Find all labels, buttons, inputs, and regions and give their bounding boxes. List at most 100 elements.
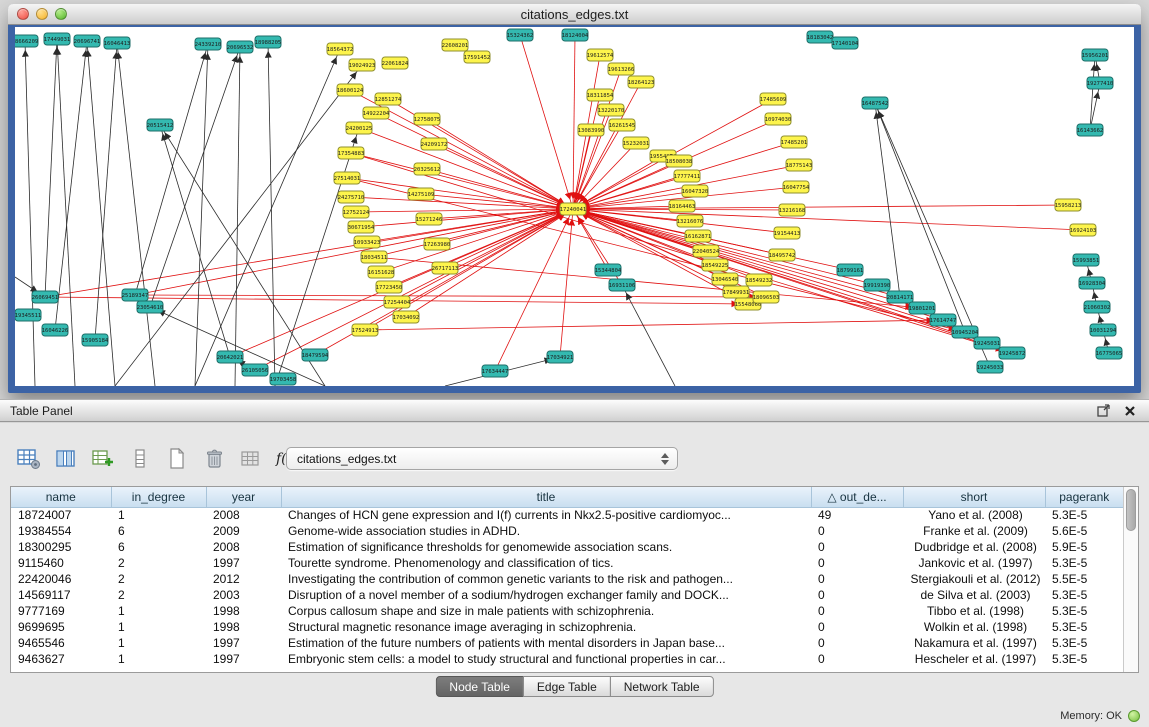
- graph-node[interactable]: 13216076: [677, 215, 704, 227]
- graph-node[interactable]: 18479594: [302, 349, 329, 361]
- graph-node[interactable]: 20696532: [227, 41, 254, 53]
- graph-node[interactable]: 18549225: [702, 259, 729, 271]
- graph-node[interactable]: 20325612: [414, 163, 441, 175]
- graph-edge[interactable]: [622, 285, 675, 386]
- delete-icon[interactable]: [201, 446, 227, 472]
- graph-edge[interactable]: [359, 128, 573, 209]
- cell-out_degree[interactable]: 0: [811, 555, 903, 571]
- float-panel-icon[interactable]: [1095, 403, 1113, 419]
- graph-node[interactable]: 18508038: [666, 155, 693, 167]
- graph-node[interactable]: 17524913: [352, 324, 379, 336]
- graph-node[interactable]: 18564372: [327, 43, 354, 55]
- cell-in_degree[interactable]: 2: [111, 555, 206, 571]
- graph-node[interactable]: 25189347: [122, 289, 149, 301]
- graph-node[interactable]: 24339210: [195, 38, 222, 50]
- cell-title[interactable]: Embryonic stem cells: a model to study s…: [281, 651, 811, 667]
- graph-node[interactable]: 10945204: [952, 326, 979, 338]
- graph-node[interactable]: 15993851: [1073, 254, 1100, 266]
- graph-node[interactable]: 20642021: [217, 351, 244, 363]
- graph-edge[interactable]: [235, 47, 240, 386]
- cell-year[interactable]: 1997: [206, 651, 281, 667]
- graph-node[interactable]: 17485201: [781, 136, 808, 148]
- graph-node[interactable]: 19612574: [587, 49, 614, 61]
- network-canvas[interactable]: 1724004118564372190249232206182418600124…: [15, 27, 1134, 386]
- cell-pagerank[interactable]: 5.6E-5: [1045, 523, 1123, 539]
- graph-edge[interactable]: [573, 209, 965, 332]
- graph-edge[interactable]: [573, 209, 1083, 230]
- graph-node[interactable]: 16928304: [1079, 277, 1106, 289]
- graph-node[interactable]: 19613266: [608, 63, 635, 75]
- cell-pagerank[interactable]: 5.5E-5: [1045, 571, 1123, 587]
- table-mode-icon[interactable]: [16, 446, 42, 472]
- graph-edge[interactable]: [376, 113, 573, 209]
- graph-node[interactable]: 26069451: [32, 291, 59, 303]
- graph-node[interactable]: 18034511: [361, 251, 388, 263]
- graph-node[interactable]: 26105056: [242, 364, 269, 376]
- graph-node[interactable]: 16931106: [609, 279, 636, 291]
- cell-out_degree[interactable]: 0: [811, 651, 903, 667]
- graph-node[interactable]: 17849931: [723, 286, 750, 298]
- graph-node[interactable]: 15324362: [507, 29, 534, 41]
- cell-short[interactable]: Yano et al. (2008): [903, 507, 1045, 523]
- graph-node[interactable]: 15956201: [1082, 49, 1109, 61]
- graph-node[interactable]: 26717113: [432, 262, 459, 274]
- cell-out_degree[interactable]: 0: [811, 523, 903, 539]
- graph-node[interactable]: 17240041: [560, 203, 587, 215]
- cell-pagerank[interactable]: 5.3E-5: [1045, 507, 1123, 523]
- graph-node[interactable]: 16162871: [685, 230, 712, 242]
- cell-pagerank[interactable]: 5.3E-5: [1045, 635, 1123, 651]
- graph-edge[interactable]: [45, 209, 573, 297]
- graph-edge[interactable]: [427, 119, 573, 209]
- graph-node[interactable]: 13083990: [578, 124, 605, 136]
- cell-year[interactable]: 1998: [206, 619, 281, 635]
- zoom-window-button[interactable]: [55, 8, 67, 20]
- network-view[interactable]: 1724004118564372190249232206182418600124…: [15, 27, 1134, 386]
- graph-node[interactable]: 30671954: [348, 221, 375, 233]
- tab-edge-table[interactable]: Edge Table: [523, 676, 611, 697]
- graph-edge[interactable]: [351, 197, 573, 209]
- graph-node[interactable]: 17723450: [376, 281, 403, 293]
- graph-node[interactable]: 15958213: [1055, 199, 1082, 211]
- cell-out_degree[interactable]: 0: [811, 619, 903, 635]
- graph-node[interactable]: 15905184: [82, 334, 109, 346]
- graph-node[interactable]: 12758075: [414, 113, 441, 125]
- graph-node[interactable]: 10933423: [354, 236, 381, 248]
- graph-node[interactable]: 18096503: [753, 291, 780, 303]
- graph-edge[interactable]: [135, 44, 208, 295]
- table-row[interactable]: 1830029562008Estimation of significance …: [11, 539, 1123, 555]
- graph-edge[interactable]: [55, 41, 87, 330]
- graph-node[interactable]: 19245872: [999, 347, 1026, 359]
- graph-node[interactable]: 16487542: [862, 97, 889, 109]
- cell-year[interactable]: 2003: [206, 587, 281, 603]
- graph-node[interactable]: 18549232: [746, 274, 773, 286]
- graph-edge[interactable]: [25, 41, 35, 386]
- cell-out_degree[interactable]: 0: [811, 587, 903, 603]
- cell-in_degree[interactable]: 2: [111, 571, 206, 587]
- import-table-icon[interactable]: [238, 446, 264, 472]
- graph-node[interactable]: 17140104: [832, 37, 859, 49]
- graph-node[interactable]: 14922204: [363, 107, 390, 119]
- column-header-out_degree[interactable]: △ out_de...: [811, 487, 903, 507]
- cell-title[interactable]: Corpus callosum shape and size in male p…: [281, 603, 811, 619]
- cell-in_degree[interactable]: 1: [111, 619, 206, 635]
- columns-icon[interactable]: [53, 446, 79, 472]
- graph-node[interactable]: 18164463: [669, 200, 696, 212]
- cell-name[interactable]: 19384554: [11, 523, 111, 539]
- graph-node[interactable]: 10031294: [1090, 324, 1117, 336]
- cell-in_degree[interactable]: 6: [111, 539, 206, 555]
- cell-short[interactable]: Nakamura et al. (1997): [903, 635, 1045, 651]
- cell-in_degree[interactable]: 2: [111, 587, 206, 603]
- graph-node[interactable]: 22608201: [442, 39, 469, 51]
- cell-name[interactable]: 9777169: [11, 603, 111, 619]
- graph-node[interactable]: 17034921: [547, 351, 574, 363]
- graph-node[interactable]: 16046413: [104, 37, 131, 49]
- graph-node[interactable]: 17263980: [424, 238, 451, 250]
- graph-node[interactable]: 19245031: [974, 337, 1001, 349]
- cell-name[interactable]: 9463627: [11, 651, 111, 667]
- cell-year[interactable]: 2008: [206, 539, 281, 555]
- graph-edge[interactable]: [275, 128, 359, 386]
- add-column-icon[interactable]: [90, 446, 116, 472]
- cell-short[interactable]: Hescheler et al. (1997): [903, 651, 1045, 667]
- cell-title[interactable]: Estimation of the future numbers of pati…: [281, 635, 811, 651]
- graph-edge[interactable]: [45, 39, 57, 297]
